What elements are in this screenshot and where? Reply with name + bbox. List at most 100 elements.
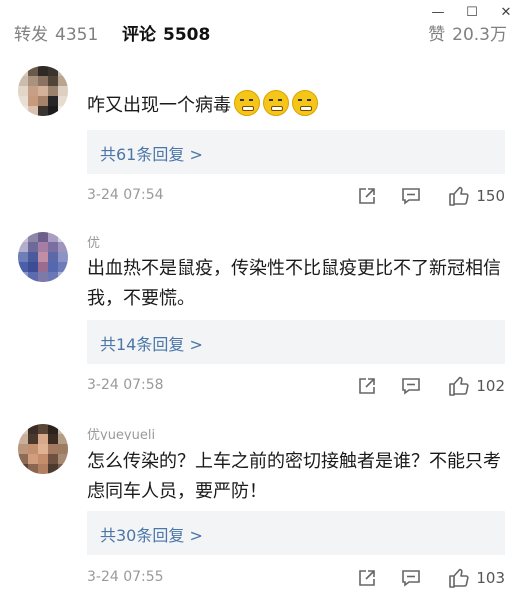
avatar-pixel xyxy=(58,232,68,242)
avatar-pixel xyxy=(58,454,68,464)
avatar-pixel xyxy=(28,444,38,454)
avatar-pixel xyxy=(38,424,48,434)
avatar-pixel xyxy=(28,232,38,242)
share-icon xyxy=(359,188,375,204)
avatar-pixel xyxy=(28,262,38,272)
view-replies-link[interactable]: 共30条回复 > xyxy=(100,522,203,546)
avatar-pixel xyxy=(18,454,28,464)
avatar-pixel xyxy=(18,272,28,282)
avatar[interactable] xyxy=(18,232,68,282)
avatar-pixel xyxy=(48,444,58,454)
share-button[interactable] xyxy=(357,565,377,591)
tab-comment-count: 5508 xyxy=(163,25,211,45)
avatar-pixel xyxy=(58,262,68,272)
avatar-pixel xyxy=(38,464,48,474)
avatar-pixel xyxy=(38,232,48,242)
tab-like-label: 赞 xyxy=(428,25,446,45)
avatar-pixel xyxy=(58,76,68,86)
share-button[interactable] xyxy=(357,373,377,399)
avatar-pixel xyxy=(38,76,48,86)
like-button[interactable]: 103 xyxy=(448,565,505,591)
avatar-pixel xyxy=(38,434,48,444)
share-icon xyxy=(359,570,375,586)
view-replies-link[interactable]: 共14条回复 > xyxy=(100,331,203,355)
tab-comment[interactable]: 评论 5508 xyxy=(122,20,210,45)
reply-box: 共30条回复 > xyxy=(87,511,505,555)
avatar-pixel xyxy=(48,262,58,272)
avatar-pixel xyxy=(28,252,38,262)
stats-tabs: 转发 4351 评论 5508 赞 20.3万 xyxy=(0,10,523,50)
avatar-pixel xyxy=(18,76,28,86)
comment-meta: 3-24 07:55 103 xyxy=(87,565,505,591)
avatar-pixel xyxy=(18,106,28,116)
avatar-pixel xyxy=(28,464,38,474)
like-button[interactable]: 102 xyxy=(448,373,505,399)
avatar-pixel xyxy=(18,252,28,262)
view-replies-link[interactable]: 共61条回复 > xyxy=(100,141,203,165)
tab-repost-label: 转发 xyxy=(14,25,48,45)
avatar-pixel xyxy=(48,464,58,474)
avatar-pixel xyxy=(18,86,28,96)
avatar-pixel xyxy=(28,86,38,96)
sleepy-face-emoji-icon xyxy=(263,90,289,116)
tab-repost[interactable]: 转发 4351 xyxy=(14,20,98,45)
comment-button[interactable] xyxy=(401,565,421,591)
tab-like-count: 20.3万 xyxy=(452,25,507,45)
username[interactable]: 优yueyueli xyxy=(87,424,155,440)
comment-text: 出血热不是鼠疫，传染性不比鼠疫更比不了新冠相信我，不要慌。 xyxy=(87,258,501,309)
share-button[interactable] xyxy=(357,183,377,209)
avatar-pixel xyxy=(48,252,58,262)
comment-text-wrap: 咋又出现一个病毒 xyxy=(87,90,505,121)
avatar-pixel xyxy=(58,96,68,106)
avatar-pixel xyxy=(48,76,58,86)
reply-box: 共14条回复 > xyxy=(87,320,505,364)
avatar-pixel xyxy=(18,424,28,434)
avatar-pixel xyxy=(38,106,48,116)
avatar-pixel xyxy=(18,242,28,252)
comment-time: 3-24 07:54 xyxy=(87,187,164,203)
thumbs-up-icon xyxy=(449,376,469,396)
avatar-pixel xyxy=(28,106,38,116)
avatar-pixel xyxy=(48,434,58,444)
comment-button[interactable] xyxy=(401,373,421,399)
comment-time: 3-24 07:58 xyxy=(87,377,164,393)
avatar-pixel xyxy=(58,66,68,76)
avatar-pixel xyxy=(38,242,48,252)
avatar-pixel xyxy=(38,86,48,96)
avatar-pixel xyxy=(48,272,58,282)
username[interactable]: 优 xyxy=(87,232,100,248)
avatar-pixel xyxy=(48,86,58,96)
thumbs-up-icon xyxy=(449,186,469,206)
tab-repost-count: 4351 xyxy=(55,25,99,45)
avatar-pixel xyxy=(18,232,28,242)
avatar-pixel xyxy=(58,464,68,474)
avatar-pixel xyxy=(58,86,68,96)
comment-meta: 3-24 07:58 102 xyxy=(87,373,505,399)
avatar-pixel xyxy=(38,444,48,454)
reply-box: 共61条回复 > xyxy=(87,130,505,174)
avatar-pixel xyxy=(28,272,38,282)
avatar-pixel xyxy=(48,424,58,434)
avatar[interactable] xyxy=(18,424,68,474)
comment-button[interactable] xyxy=(401,183,421,209)
avatar-pixel xyxy=(28,96,38,106)
comment-text: 咋又出现一个病毒 xyxy=(87,95,231,116)
sleepy-face-emoji-icon xyxy=(234,90,260,116)
comment-icon xyxy=(402,570,420,587)
comment-icon xyxy=(402,188,420,205)
avatar-pixel xyxy=(28,242,38,252)
avatar-pixel xyxy=(38,454,48,464)
like-count: 102 xyxy=(476,377,505,395)
avatar-pixel xyxy=(18,262,28,272)
share-icon xyxy=(359,378,375,394)
avatar-pixel xyxy=(58,444,68,454)
avatar-pixel xyxy=(48,242,58,252)
avatar-pixel xyxy=(48,454,58,464)
tab-comment-label: 评论 xyxy=(122,25,156,45)
avatar-pixel xyxy=(58,106,68,116)
comment-text: 怎么传染的？上车之前的密切接触者是谁？不能只考虑同车人员，要严防！ xyxy=(87,451,501,502)
tab-like[interactable]: 赞 20.3万 xyxy=(428,20,507,45)
like-button[interactable]: 150 xyxy=(448,183,505,209)
avatar-pixel xyxy=(18,96,28,106)
avatar[interactable] xyxy=(18,66,68,116)
